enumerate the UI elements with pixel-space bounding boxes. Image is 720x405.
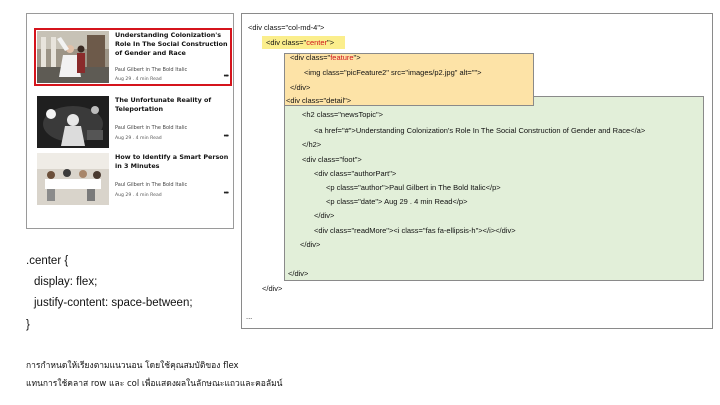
- date-text: Aug 29 . 4 min Read: [115, 136, 162, 141]
- code-line: <a href="#">Understanding Colonization's…: [314, 126, 646, 135]
- author-text: Paul Gilbert in The Bold Italic: [115, 182, 188, 188]
- ellipsis-icon[interactable]: •••: [224, 190, 229, 197]
- code-line: </div>: [262, 284, 283, 293]
- article-thumbnail[interactable]: [37, 153, 109, 205]
- css-selector: .center {: [26, 255, 69, 267]
- code-line: <div class="foot">: [302, 155, 362, 164]
- code-line: </div>: [314, 211, 335, 220]
- code-line: </h2>: [302, 140, 322, 149]
- html-code-panel: <div class="col-md-4"> <div class="cente…: [241, 13, 713, 329]
- author-text: Paul Gilbert in The Bold Italic: [115, 125, 188, 131]
- css-declaration-display: display: flex;: [34, 276, 98, 288]
- code-line: <p class="date"> Aug 29 . 4 min Read</p>: [326, 197, 468, 206]
- feature-detail-highlight: [34, 28, 232, 86]
- news-topic-link[interactable]: How to Identify a Smart Person in 3 Minu…: [115, 153, 230, 171]
- article-thumbnail[interactable]: [37, 96, 109, 148]
- code-line: </div>: [288, 269, 309, 278]
- css-closing-brace: }: [26, 319, 30, 331]
- code-line: ...: [246, 312, 253, 321]
- code-line: <p class="author">Paul Gilbert in The Bo…: [326, 183, 501, 192]
- list-item[interactable]: The Unfortunate Reality of Teleportation…: [35, 94, 232, 150]
- code-line: <div class="feature">: [290, 53, 361, 62]
- explanation-line-2: แทนการใช้คลาส row และ col เพื่อแสดงผลในล…: [26, 379, 283, 389]
- code-line: <div class="readMore"><i class="fas fa-e…: [314, 226, 516, 235]
- explanation-line-1: การกำหนดให้เรียงตามแนวนอน โดยใช้คุณสมบัต…: [26, 361, 239, 371]
- code-line: <h2 class="newsTopic">: [302, 110, 383, 119]
- css-declaration-justify: justify-content: space-between;: [34, 297, 193, 309]
- list-item[interactable]: How to Identify a Smart Person in 3 Minu…: [35, 151, 232, 209]
- code-line: <div class="authorPart">: [314, 169, 397, 178]
- code-line: <div class="col-md-4">: [248, 23, 325, 32]
- news-topic-link[interactable]: The Unfortunate Reality of Teleportation: [115, 96, 230, 114]
- ellipsis-icon[interactable]: •••: [224, 133, 229, 140]
- date-text: Aug 29 . 4 min Read: [115, 193, 162, 198]
- code-line: </div>: [290, 83, 311, 92]
- code-line: </div>: [300, 240, 321, 249]
- code-line: <img class="picFeature2" src="images/p2.…: [304, 68, 482, 77]
- code-line: <div class="center">: [266, 38, 335, 47]
- code-line: <div class="detail">: [286, 96, 352, 105]
